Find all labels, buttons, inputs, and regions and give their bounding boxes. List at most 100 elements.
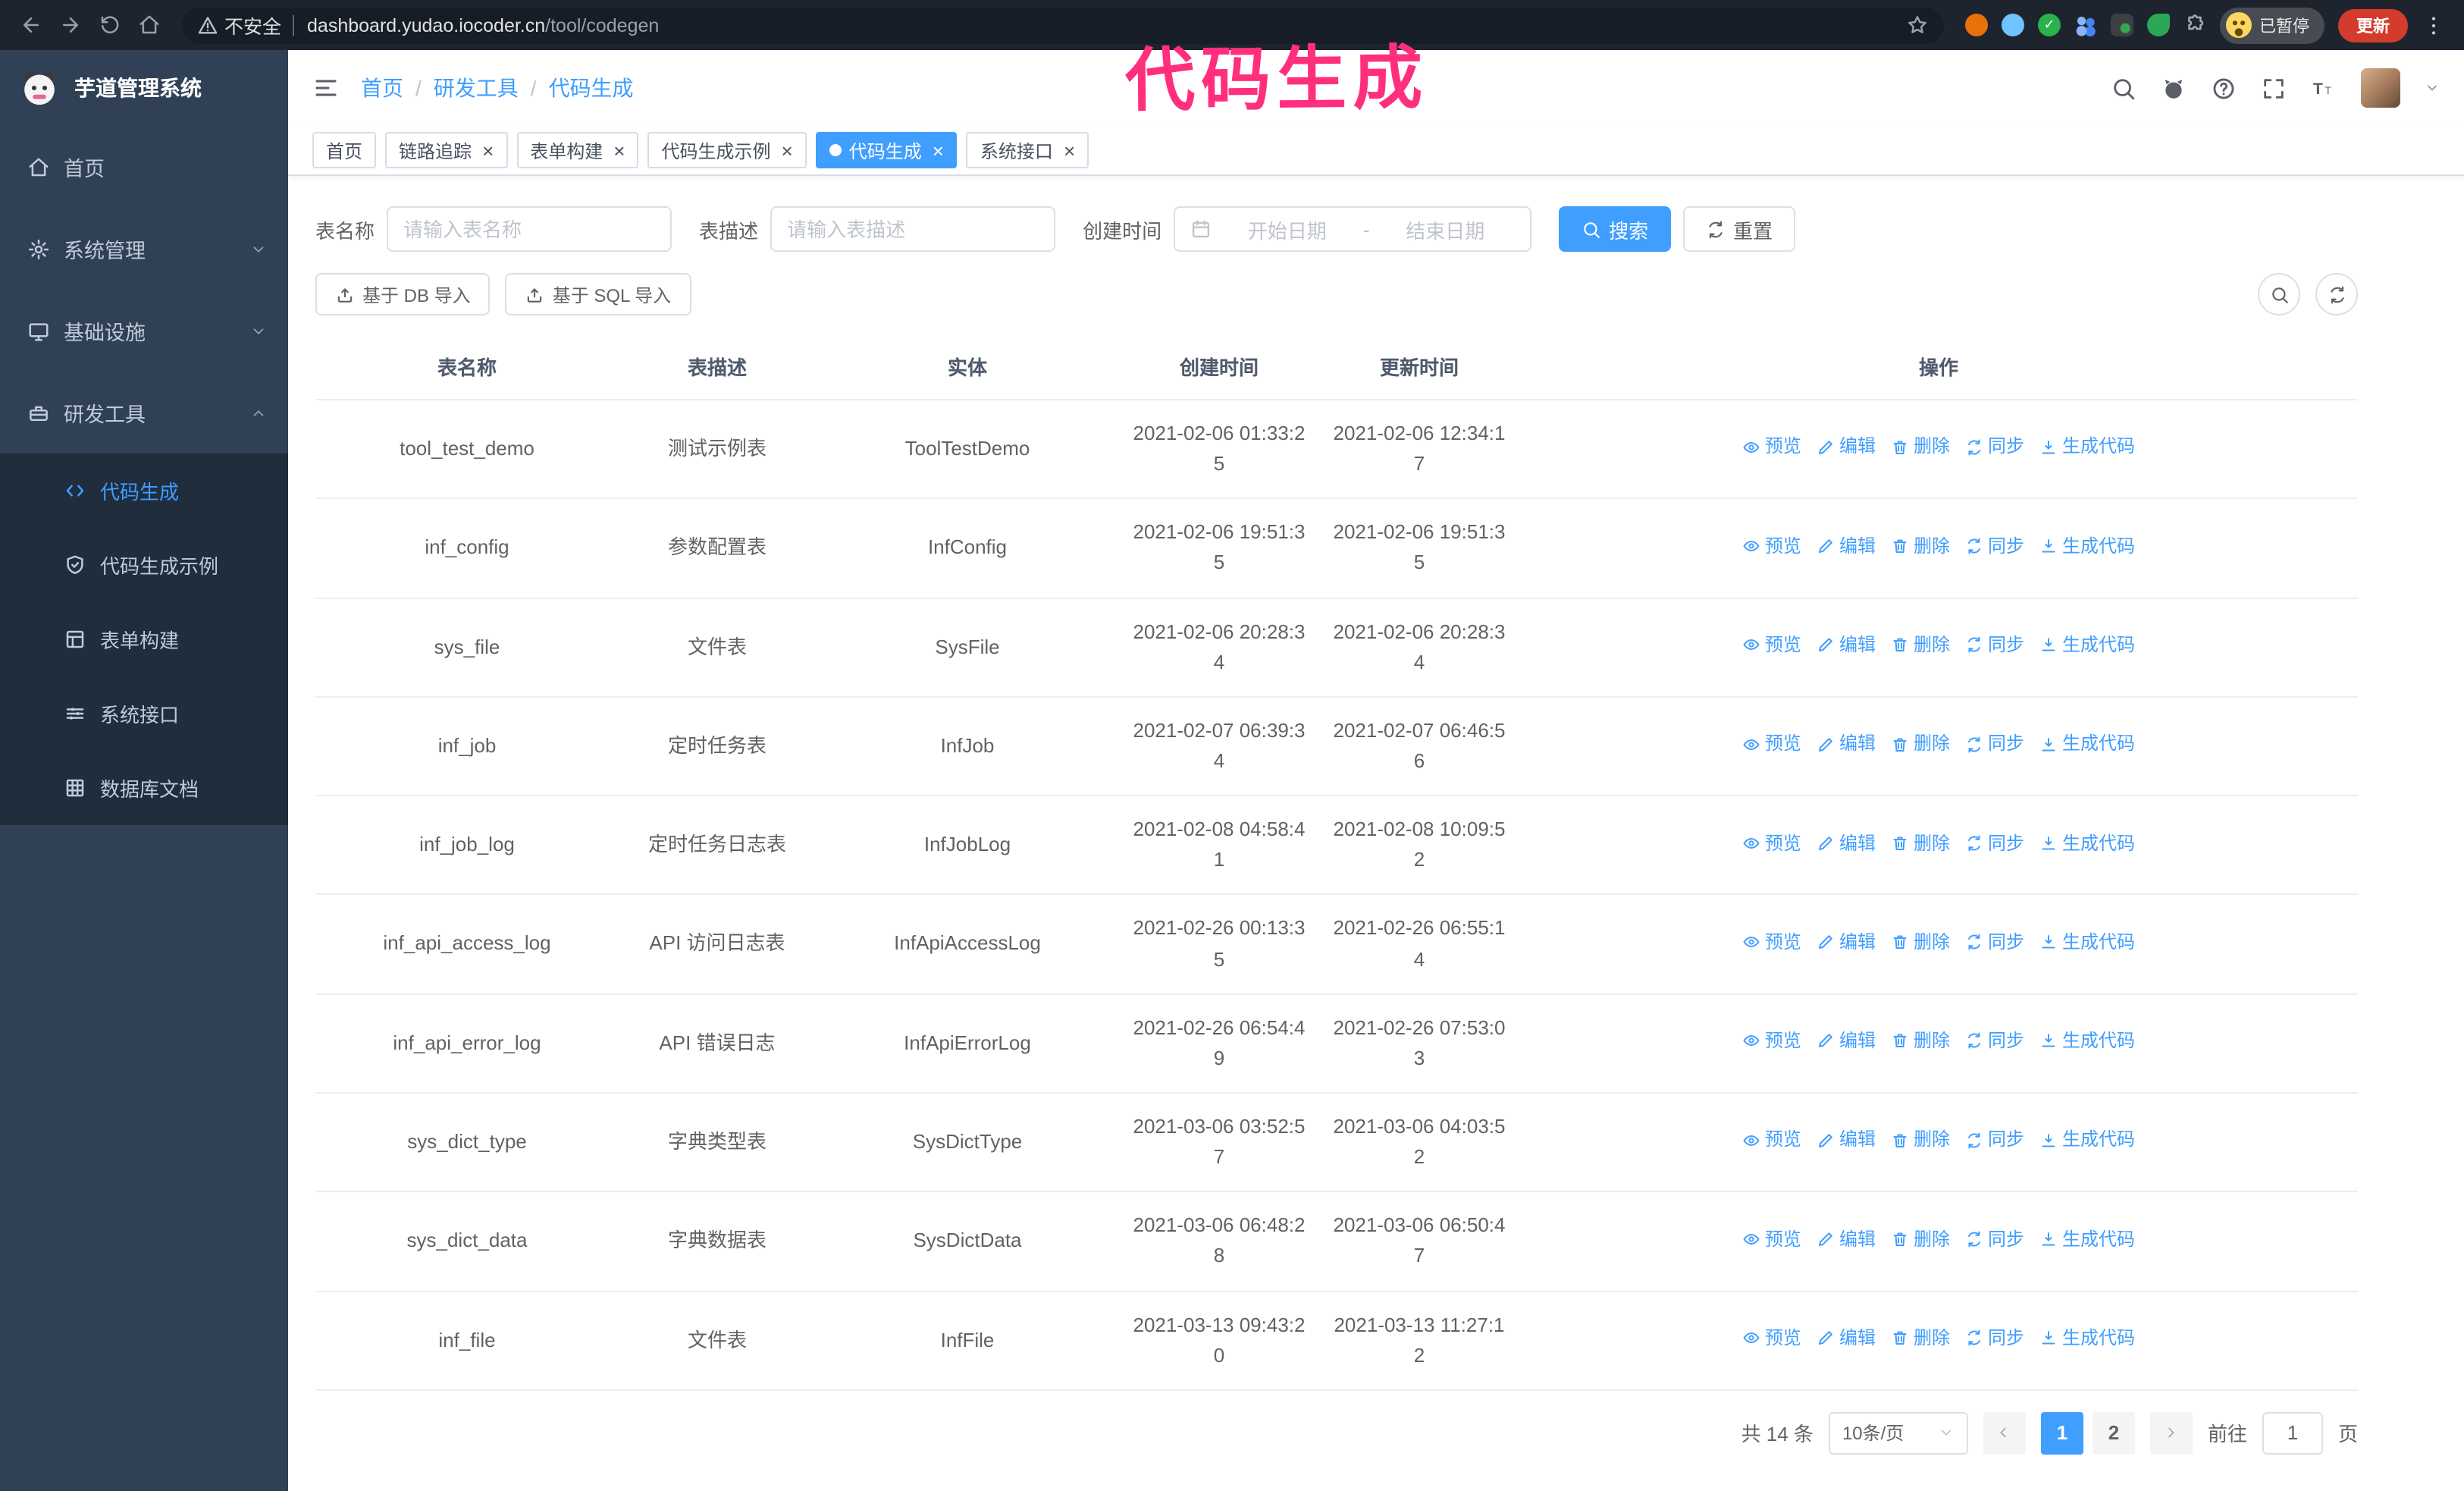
action-edit-link[interactable]: 编辑: [1817, 829, 1876, 857]
sidebar-item-devtools[interactable]: 研发工具: [0, 372, 288, 454]
browser-profile-chip[interactable]: 已暂停: [2220, 7, 2324, 43]
browser-reload-icon[interactable]: [91, 7, 127, 43]
action-preview-link[interactable]: 预览: [1742, 1225, 1801, 1253]
action-edit-link[interactable]: 编辑: [1817, 1324, 1876, 1352]
page-1-button[interactable]: 1: [2040, 1411, 2083, 1455]
reset-button[interactable]: 重置: [1683, 206, 1796, 252]
action-preview-link[interactable]: 预览: [1742, 928, 1801, 956]
action-sync-link[interactable]: 同步: [1965, 928, 2024, 956]
tab-system-api[interactable]: 系统接口 ×: [966, 132, 1089, 168]
tab-close-icon[interactable]: ×: [1064, 140, 1075, 160]
user-avatar[interactable]: [2361, 68, 2400, 108]
action-preview-link[interactable]: 预览: [1742, 730, 1801, 758]
browser-menu-icon[interactable]: [2422, 13, 2446, 37]
action-edit-link[interactable]: 编辑: [1817, 532, 1876, 560]
import-db-button[interactable]: 基于 DB 导入: [315, 273, 491, 315]
action-generate-link[interactable]: 生成代码: [2039, 1126, 2135, 1154]
sidebar-item-home[interactable]: 首页: [0, 126, 288, 208]
goto-page-input[interactable]: [2262, 1411, 2323, 1455]
action-edit-link[interactable]: 编辑: [1817, 1027, 1876, 1055]
header-search-icon[interactable]: [2111, 75, 2136, 101]
tab-close-icon[interactable]: ×: [782, 140, 793, 160]
extensions-puzzle-icon[interactable]: [2183, 14, 2206, 36]
action-sync-link[interactable]: 同步: [1965, 433, 2024, 461]
action-delete-link[interactable]: 删除: [1891, 433, 1950, 461]
extension-icon-people[interactable]: [2074, 14, 2097, 36]
action-sync-link[interactable]: 同步: [1965, 1027, 2024, 1055]
extension-icon-dark[interactable]: [2111, 14, 2133, 36]
breadcrumb-item[interactable]: 研发工具: [434, 73, 519, 103]
action-delete-link[interactable]: 删除: [1891, 1324, 1950, 1352]
action-generate-link[interactable]: 生成代码: [2039, 1324, 2135, 1352]
action-delete-link[interactable]: 删除: [1891, 1027, 1950, 1055]
extension-icon-orange[interactable]: [1965, 14, 1988, 36]
page-size-select[interactable]: 10条/页: [1828, 1411, 1968, 1455]
action-sync-link[interactable]: 同步: [1965, 1126, 2024, 1154]
action-generate-link[interactable]: 生成代码: [2039, 730, 2135, 758]
action-delete-link[interactable]: 删除: [1891, 1225, 1950, 1253]
search-button[interactable]: 搜索: [1559, 206, 1672, 252]
action-generate-link[interactable]: 生成代码: [2039, 1027, 2135, 1055]
action-preview-link[interactable]: 预览: [1742, 829, 1801, 857]
page-2-button[interactable]: 2: [2092, 1411, 2135, 1455]
action-delete-link[interactable]: 删除: [1891, 631, 1950, 659]
sidebar-item-infra[interactable]: 基础设施: [0, 290, 288, 372]
sidebar-item-db-doc[interactable]: 数据库文档: [0, 751, 288, 825]
action-edit-link[interactable]: 编辑: [1817, 928, 1876, 956]
sidebar-item-codegen[interactable]: 代码生成: [0, 454, 288, 528]
refresh-table-button[interactable]: [2315, 273, 2358, 315]
action-generate-link[interactable]: 生成代码: [2039, 928, 2135, 956]
browser-back-icon[interactable]: [12, 7, 49, 43]
action-generate-link[interactable]: 生成代码: [2039, 532, 2135, 560]
bookmark-star-icon[interactable]: [1906, 14, 1929, 36]
user-menu-caret-icon[interactable]: [2425, 80, 2440, 96]
prev-page-button[interactable]: [1983, 1411, 2026, 1455]
tab-codegen-example[interactable]: 代码生成示例 ×: [647, 132, 807, 168]
toggle-search-button[interactable]: [2258, 273, 2300, 315]
action-generate-link[interactable]: 生成代码: [2039, 631, 2135, 659]
action-preview-link[interactable]: 预览: [1742, 1027, 1801, 1055]
action-generate-link[interactable]: 生成代码: [2039, 829, 2135, 857]
tab-codegen[interactable]: 代码生成 ×: [815, 132, 958, 168]
extension-icon-blue[interactable]: [2002, 14, 2024, 36]
action-preview-link[interactable]: 预览: [1742, 532, 1801, 560]
sidebar-item-system-api[interactable]: 系统接口: [0, 676, 288, 751]
action-sync-link[interactable]: 同步: [1965, 1324, 2024, 1352]
chrome-update-button[interactable]: 更新: [2338, 8, 2408, 42]
action-sync-link[interactable]: 同步: [1965, 532, 2024, 560]
tab-home[interactable]: 首页: [312, 132, 377, 168]
tab-tracer[interactable]: 链路追踪 ×: [385, 132, 508, 168]
sidebar-item-codegen-example[interactable]: 代码生成示例: [0, 528, 288, 602]
action-preview-link[interactable]: 预览: [1742, 1324, 1801, 1352]
action-preview-link[interactable]: 预览: [1742, 1126, 1801, 1154]
address-bar[interactable]: 不安全 dashboard.yudao.iocoder.cn/tool/code…: [182, 7, 1944, 43]
action-edit-link[interactable]: 编辑: [1817, 730, 1876, 758]
tab-close-icon[interactable]: ×: [482, 140, 494, 160]
action-preview-link[interactable]: 预览: [1742, 631, 1801, 659]
action-delete-link[interactable]: 删除: [1891, 1126, 1950, 1154]
table-desc-input[interactable]: [770, 206, 1056, 252]
action-sync-link[interactable]: 同步: [1965, 730, 2024, 758]
font-size-icon[interactable]: TT: [2311, 75, 2337, 101]
action-edit-link[interactable]: 编辑: [1817, 1225, 1876, 1253]
action-delete-link[interactable]: 删除: [1891, 532, 1950, 560]
security-warning-icon[interactable]: [197, 14, 218, 36]
tab-close-icon[interactable]: ×: [613, 140, 625, 160]
action-preview-link[interactable]: 预览: [1742, 433, 1801, 461]
table-name-input[interactable]: [387, 206, 672, 252]
extension-icon-green-check[interactable]: [2038, 14, 2061, 36]
security-label[interactable]: 不安全: [224, 11, 281, 39]
browser-home-icon[interactable]: [130, 7, 167, 43]
fullscreen-icon[interactable]: [2261, 75, 2287, 101]
extension-icon-leaf[interactable]: [2147, 14, 2170, 36]
next-page-button[interactable]: [2149, 1411, 2193, 1455]
breadcrumb-item[interactable]: 首页: [361, 73, 403, 103]
sidebar-toggle-icon[interactable]: [312, 74, 340, 102]
action-sync-link[interactable]: 同步: [1965, 631, 2024, 659]
sidebar-item-system[interactable]: 系统管理: [0, 208, 288, 290]
sidebar-item-form-builder[interactable]: 表单构建: [0, 602, 288, 676]
action-edit-link[interactable]: 编辑: [1817, 631, 1876, 659]
create-time-range-picker[interactable]: 开始日期 - 结束日期: [1174, 206, 1532, 252]
action-edit-link[interactable]: 编辑: [1817, 433, 1876, 461]
action-delete-link[interactable]: 删除: [1891, 730, 1950, 758]
